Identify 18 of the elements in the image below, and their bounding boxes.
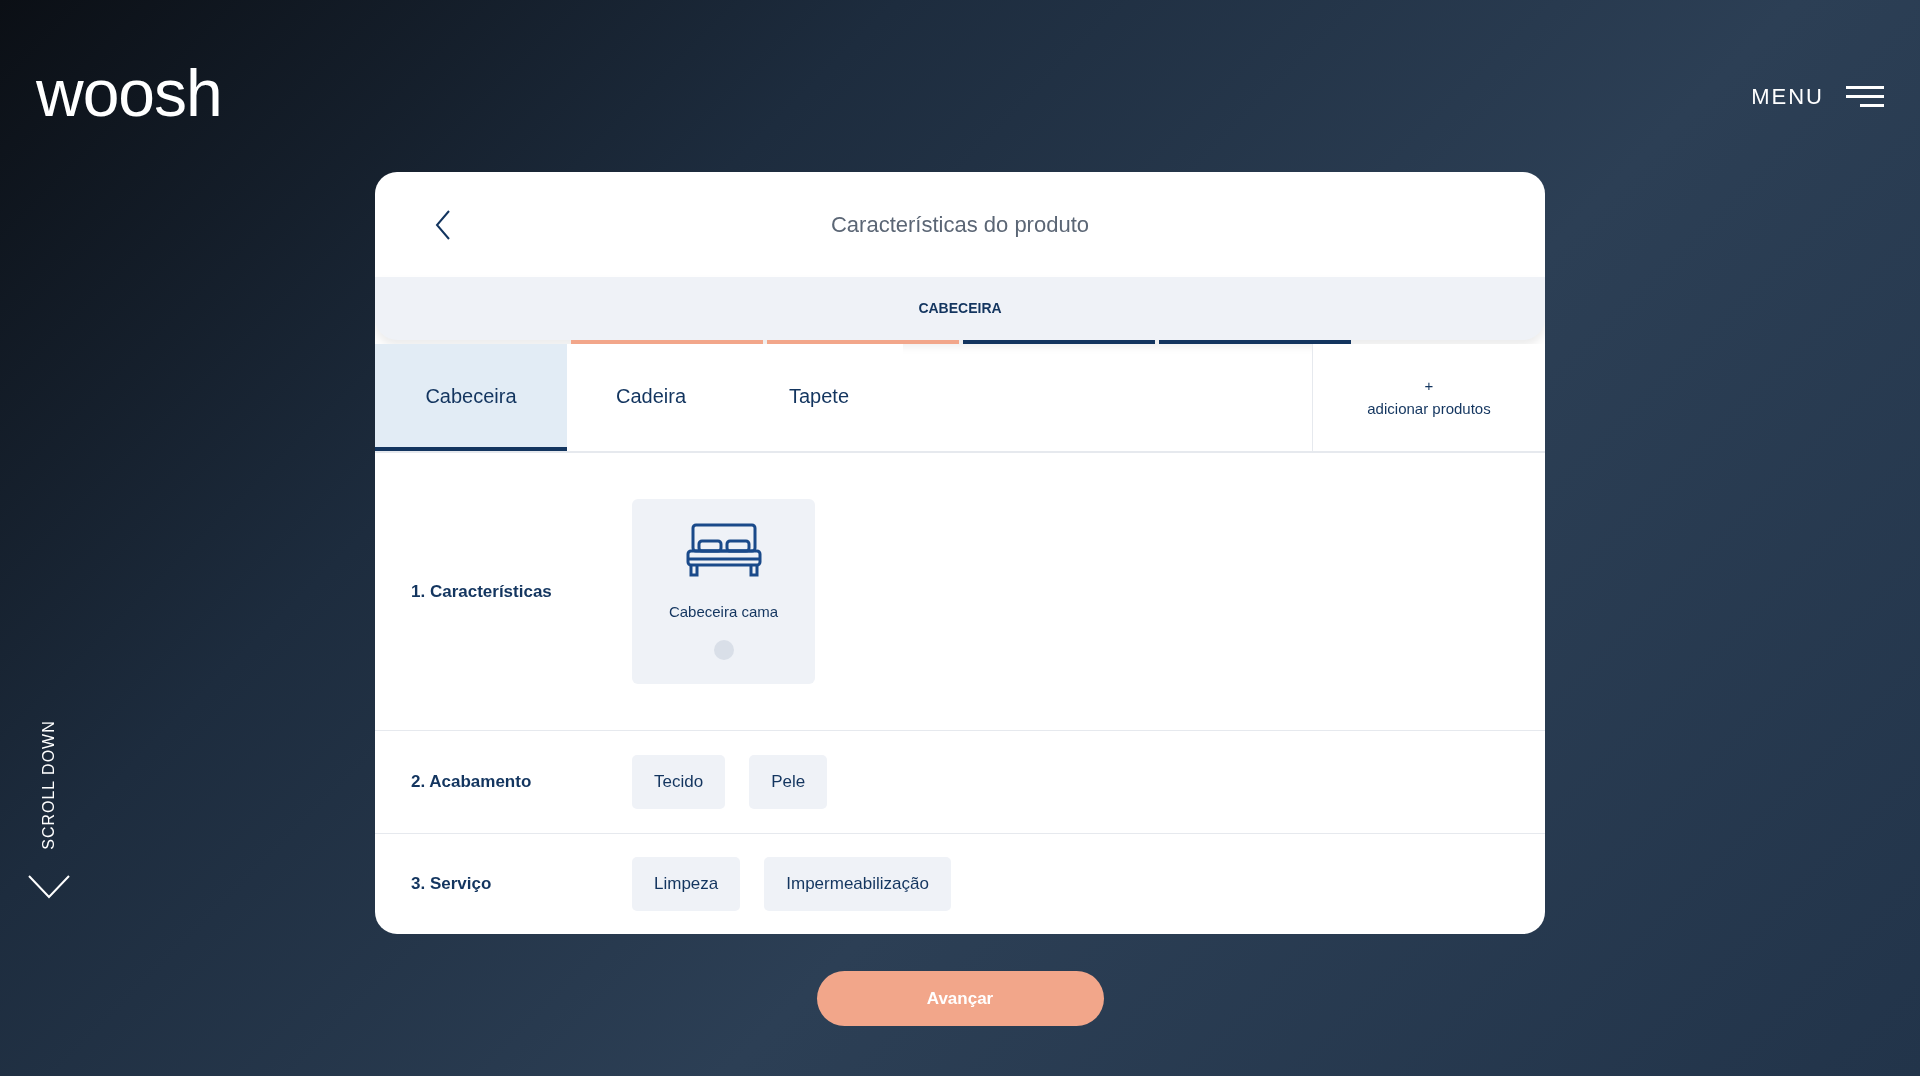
section-label: 1. Características <box>411 580 553 603</box>
option-card[interactable]: Cabeceira cama <box>632 499 815 684</box>
section-label: 2. Acabamento <box>411 771 533 794</box>
section-label: 3. Serviço <box>411 873 493 896</box>
menu-button[interactable]: MENU <box>1751 80 1884 113</box>
logo[interactable]: woosh <box>36 60 222 126</box>
menu-icon <box>1846 85 1884 108</box>
option-button[interactable]: Impermeabilização <box>764 857 951 911</box>
option-button[interactable]: Tecido <box>632 755 726 809</box>
product-heading: CABECEIRA <box>918 299 1002 318</box>
scroll-down-label: SCROLL DOWN <box>39 719 58 852</box>
option-button[interactable]: Pele <box>749 755 828 809</box>
product-tab[interactable]: Cabeceira <box>375 344 567 451</box>
option-button[interactable]: Limpeza <box>632 857 741 911</box>
bed-icon <box>684 523 763 580</box>
chevron-down-icon[interactable] <box>28 875 70 899</box>
dialog-title: Características do produto <box>831 211 1089 239</box>
back-button[interactable] <box>435 210 451 240</box>
